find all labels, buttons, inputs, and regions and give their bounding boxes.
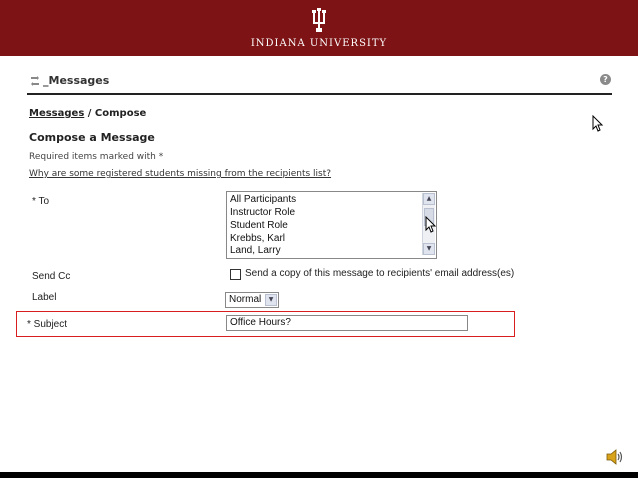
subject-label: * Subject [27,319,68,330]
messages-icon [31,76,39,86]
mouse-pointer-icon [592,115,604,132]
list-item[interactable]: Student Role [230,220,288,231]
breadcrumb-separator: / [84,108,95,119]
subject-input-value: Office Hours? [230,317,291,328]
subject-input[interactable]: Office Hours? [226,315,468,331]
send-cc-checkbox[interactable] [230,269,241,280]
to-label: * To [32,196,50,207]
required-note: Required items marked with * [29,152,164,162]
bottom-bar [0,472,638,478]
university-header: INDIANA UNIVERSITY [0,0,638,56]
scroll-up-icon[interactable]: ▲ [423,193,435,205]
help-icon[interactable]: ? [600,74,611,85]
list-item[interactable]: Krebbs, Karl [230,233,285,244]
breadcrumb-current: Compose [94,108,147,119]
send-cc-label: Send Cc [32,271,71,282]
breadcrumb-messages-link[interactable]: Messages [29,108,84,119]
recipients-listbox[interactable]: All Participants Instructor Role Student… [226,191,437,259]
label-label: Label [32,292,57,303]
speaker-icon[interactable] [605,447,625,467]
breadcrumb: Messages / Compose [29,108,146,119]
list-item[interactable]: Instructor Role [230,207,295,218]
scroll-down-icon[interactable]: ▼ [423,243,435,255]
list-item[interactable]: Land, Larry [230,245,281,256]
label-select-value: Normal [229,294,262,305]
title-divider [27,93,612,95]
tool-title: _Messages [43,74,110,87]
page-title: Compose a Message [29,131,155,144]
chevron-down-icon[interactable]: ▼ [265,294,277,306]
list-item[interactable]: All Participants [230,194,296,205]
label-select[interactable]: Normal ▼ [225,292,279,308]
university-name: INDIANA UNIVERSITY [250,38,388,49]
trident-icon [312,8,326,32]
send-cc-text: Send a copy of this message to recipient… [245,268,515,279]
missing-students-link[interactable]: Why are some registered students missing… [29,169,331,179]
mouse-pointer-icon [425,216,437,233]
